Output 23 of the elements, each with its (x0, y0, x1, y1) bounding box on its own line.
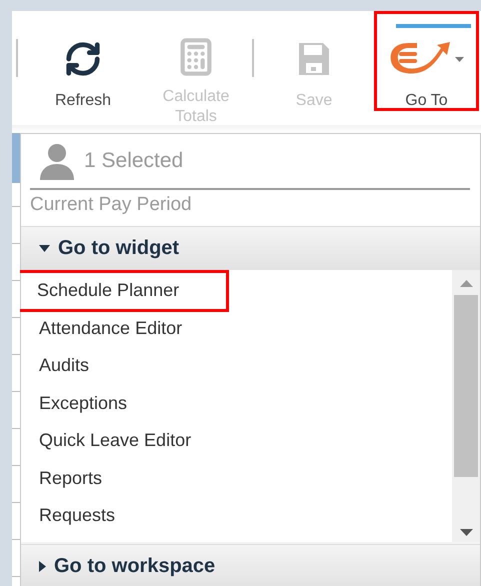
menu-item[interactable]: Requests (21, 497, 229, 534)
menu-item[interactable]: Exceptions (21, 384, 229, 422)
goto-button[interactable]: Go To (374, 11, 479, 111)
caret-icon (39, 245, 50, 252)
caret-icon (39, 561, 46, 572)
refresh-button[interactable]: Refresh (18, 11, 148, 121)
refresh-icon (64, 40, 102, 78)
scrollbar[interactable] (452, 270, 480, 542)
menu-item[interactable]: Audits (21, 347, 229, 384)
scroll-up-icon (460, 280, 472, 287)
menu-item[interactable]: Quick Leave Editor (21, 422, 229, 460)
selection-count: 1 Selected (84, 149, 184, 173)
pay-period-label: Current Pay Period (30, 194, 193, 216)
person-icon (38, 142, 76, 180)
selected-cell (12, 133, 20, 183)
menu-item[interactable]: Schedule Planner (19, 272, 227, 310)
scroll-down-icon (460, 529, 472, 536)
caret-icon (455, 56, 464, 62)
section-header[interactable]: Go to widget (21, 226, 480, 270)
section-header[interactable]: Go to workspace (21, 544, 480, 586)
menu-item[interactable]: Reports (21, 460, 229, 497)
scrollbar-thumb[interactable] (454, 295, 478, 477)
menu-item[interactable]: Attendance Editor (21, 310, 229, 347)
